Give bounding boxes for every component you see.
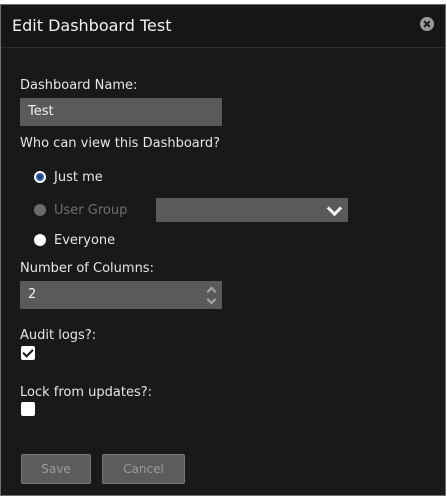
dashboard-name-input[interactable]: Test [20, 98, 222, 126]
audit-logs-label: Audit logs?: [20, 328, 97, 343]
radio-button-just-me[interactable] [34, 171, 46, 183]
stepper-arrows[interactable] [206, 285, 217, 305]
radio-button-user-group[interactable] [34, 204, 46, 216]
arrow-down-icon[interactable] [206, 294, 217, 305]
radio-option-everyone[interactable]: Everyone [34, 231, 115, 249]
audit-logs-checkbox[interactable] [21, 346, 35, 360]
radio-label-everyone: Everyone [54, 232, 116, 248]
edit-dashboard-dialog: Edit Dashboard Test Dashboard Name: Test… [0, 4, 446, 496]
radio-label-just-me: Just me [54, 169, 103, 185]
visibility-label: Who can view this Dashboard? [20, 136, 221, 151]
dashboard-name-label: Dashboard Name: [20, 78, 138, 93]
lock-updates-label: Lock from updates?: [20, 385, 153, 400]
check-icon [22, 346, 34, 358]
radio-option-user-group[interactable]: User Group [34, 201, 127, 219]
radio-button-everyone[interactable] [34, 234, 46, 246]
lock-updates-checkbox[interactable] [21, 402, 35, 416]
save-button[interactable]: Save [21, 454, 91, 484]
radio-option-just-me[interactable]: Just me [34, 168, 103, 186]
dialog-title: Edit Dashboard Test [12, 16, 172, 35]
dialog-titlebar: Edit Dashboard Test [1, 5, 445, 48]
columns-value: 2 [28, 287, 37, 302]
chevron-down-icon [326, 200, 343, 217]
columns-stepper[interactable]: 2 [20, 281, 222, 309]
columns-label: Number of Columns: [20, 261, 154, 276]
cancel-button[interactable]: Cancel [102, 454, 185, 484]
radio-label-user-group: User Group [54, 202, 128, 218]
close-icon[interactable] [420, 17, 434, 31]
user-group-select[interactable] [156, 198, 348, 222]
